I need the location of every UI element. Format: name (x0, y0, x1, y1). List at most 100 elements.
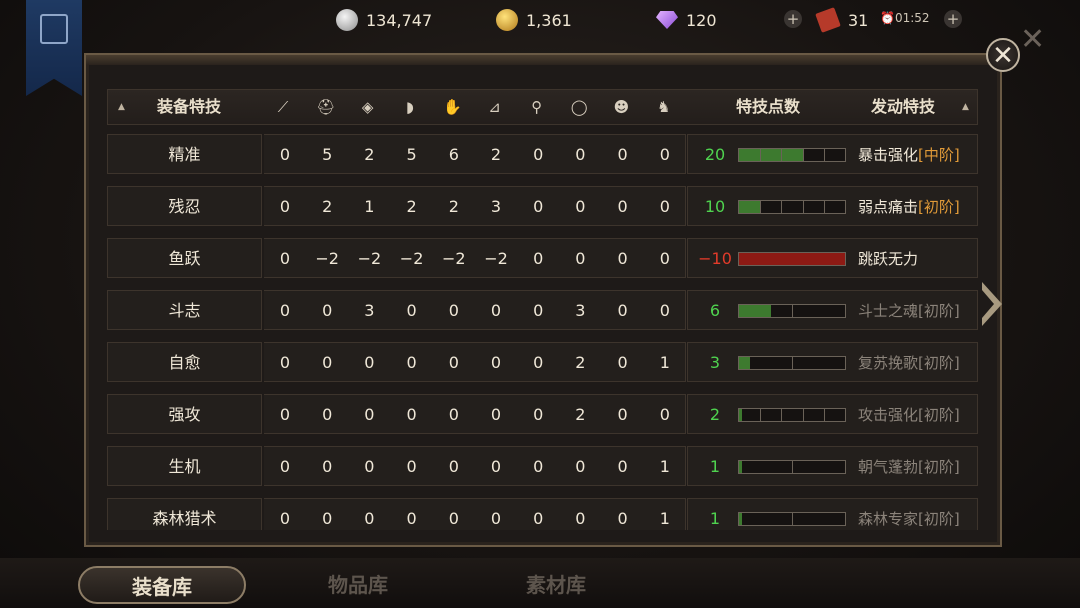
slot-value: 0 (406, 353, 417, 372)
add-gems-button[interactable]: + (784, 10, 802, 28)
header-skill-name[interactable]: 装备特技 (124, 90, 254, 124)
skill-points-cell: 1 森林专家[初阶] (687, 498, 978, 530)
slot-value: 0 (490, 301, 502, 320)
close-button[interactable]: ✕ (986, 38, 1020, 72)
skill-name: 生机 (107, 446, 262, 486)
table-row[interactable]: 生机 0 0 0 0 0 0 0 0 0 1 1 朝气蓬勃[初阶] (107, 446, 978, 486)
table-row[interactable]: 残忍 0 2 1 2 2 3 0 0 0 0 10 弱点痛击[初阶] (107, 186, 978, 226)
slot-value: 0 (279, 353, 291, 372)
progress-segment (760, 149, 762, 161)
table-row[interactable]: 自愈 0 0 0 0 0 0 0 2 0 1 3 复苏挽歌[初阶] (107, 342, 978, 382)
skill-tier: [中阶] (918, 146, 960, 164)
gold-resource: 1,361 (496, 6, 572, 34)
progress-segment (823, 149, 825, 161)
tab-equipment[interactable]: 装备库 (78, 566, 246, 604)
slot-value: 0 (617, 249, 628, 268)
skill-tier: [初阶] (918, 406, 960, 424)
slot-value: 0 (617, 353, 628, 372)
tab-materials[interactable]: 素材库 (468, 566, 644, 604)
sort-skill-icon[interactable]: ▲ (962, 90, 969, 124)
ticket-timer: ⏰01:52 (880, 11, 930, 25)
slot-value: 1 (364, 197, 375, 216)
skill-points-cell: 1 朝气蓬勃[初阶] (687, 446, 978, 486)
slot-value: 0 (659, 405, 670, 424)
slot-value: 0 (659, 197, 670, 216)
active-skill[interactable]: 跳跃无力 (858, 239, 918, 279)
table-row[interactable]: 强攻 0 0 0 0 0 0 0 2 0 0 2 攻击强化[初阶] (107, 394, 978, 434)
table-row[interactable]: 鱼跃 0 −2 −2 −2 −2 −2 0 0 0 0 −10 跳跃无力 (107, 238, 978, 278)
slot-values: 0 5 2 5 6 2 0 0 0 0 (264, 134, 686, 174)
progress-segment (792, 305, 793, 317)
header-skill-points[interactable]: 特技点数 (708, 90, 828, 124)
active-skill[interactable]: 弱点痛击[初阶] (858, 187, 960, 227)
skill-points-cell: 2 攻击强化[初阶] (687, 394, 978, 434)
active-skill[interactable]: 森林专家[初阶] (858, 499, 960, 530)
header-active-skill[interactable]: 发动特技 (848, 90, 958, 124)
points-progress-bar (738, 148, 846, 162)
slot-value: 2 (322, 197, 333, 216)
progress-fill (739, 253, 845, 265)
glove-icon: ✋ (443, 98, 462, 116)
slot-values: 0 0 3 0 0 0 0 3 0 0 (264, 290, 686, 330)
slot-values: 0 0 0 0 0 0 0 2 0 1 (264, 342, 686, 382)
points-value: 1 (709, 457, 721, 476)
points-progress-bar (738, 200, 846, 214)
slot-value: 0 (322, 509, 333, 528)
slot-value: 0 (533, 353, 544, 372)
active-skill[interactable]: 斗士之魂[初阶] (858, 291, 960, 331)
slot-value: 2 (364, 145, 375, 164)
slot-value: 2 (575, 353, 586, 372)
slot-value: 0 (364, 509, 375, 528)
slot-value: 0 (575, 457, 586, 476)
slot-value: 0 (575, 509, 586, 528)
progress-segment (802, 201, 804, 213)
active-skill[interactable]: 攻击强化[初阶] (858, 395, 960, 435)
boot-icon: ⊿ (488, 98, 501, 116)
active-skill[interactable]: 朝气蓬勃[初阶] (858, 447, 960, 487)
slot-value: 0 (279, 301, 291, 320)
outer-close-icon: ✕ (1020, 22, 1046, 57)
slot-value: 0 (322, 405, 333, 424)
active-skill[interactable]: 复苏挽歌[初阶] (858, 343, 960, 383)
skill-tier: [初阶] (918, 354, 960, 372)
skill-name: 自愈 (107, 342, 262, 382)
points-progress-bar (738, 356, 846, 370)
gold-amount: 1,361 (526, 10, 572, 30)
slot-value: 0 (490, 353, 502, 372)
active-skill[interactable]: 暴击强化[中阶] (858, 135, 960, 175)
slot-value: 1 (659, 353, 670, 372)
slot-value: −2 (357, 249, 382, 268)
points-value: 3 (709, 353, 721, 372)
table-row[interactable]: 精准 0 5 2 5 6 2 0 0 0 0 20 暴击强化[中阶] (107, 134, 978, 174)
slot-value: 0 (406, 457, 417, 476)
slot-value: 0 (322, 353, 333, 372)
pet-icon: ♞ (656, 98, 671, 116)
slot-value: 1 (659, 509, 670, 528)
active-skill-name: 朝气蓬勃 (858, 458, 919, 476)
active-skill-name: 弱点痛击 (858, 198, 919, 216)
skill-name: 森林猎术 (107, 498, 262, 530)
slot-value: −2 (399, 249, 424, 268)
slot-value: 0 (406, 301, 417, 320)
table-row[interactable]: 斗志 0 0 3 0 0 0 0 3 0 0 6 斗士之魂[初阶] (107, 290, 978, 330)
slot-value: 0 (490, 405, 502, 424)
progress-segment (823, 201, 825, 213)
slot-value: 0 (279, 457, 291, 476)
progress-fill (739, 357, 750, 369)
slot-value: 0 (533, 145, 544, 164)
slot-value: 3 (490, 197, 502, 216)
slot-value: 1 (659, 457, 670, 476)
tab-items[interactable]: 物品库 (270, 566, 446, 604)
slot-value: 0 (659, 249, 670, 268)
add-tickets-button[interactable]: + (944, 10, 962, 28)
slot-value: 0 (575, 145, 586, 164)
progress-segment (792, 513, 793, 525)
table-row[interactable]: 森林猎术 0 0 0 0 0 0 0 0 0 1 1 森林专家[初阶] (107, 498, 978, 530)
progress-segment (760, 201, 762, 213)
slot-value: 0 (448, 301, 459, 320)
slot-value: 0 (617, 301, 628, 320)
slot-value: 3 (364, 301, 375, 320)
progress-segment (802, 409, 804, 421)
points-value: −10 (698, 249, 732, 268)
slot-value: 0 (617, 457, 628, 476)
